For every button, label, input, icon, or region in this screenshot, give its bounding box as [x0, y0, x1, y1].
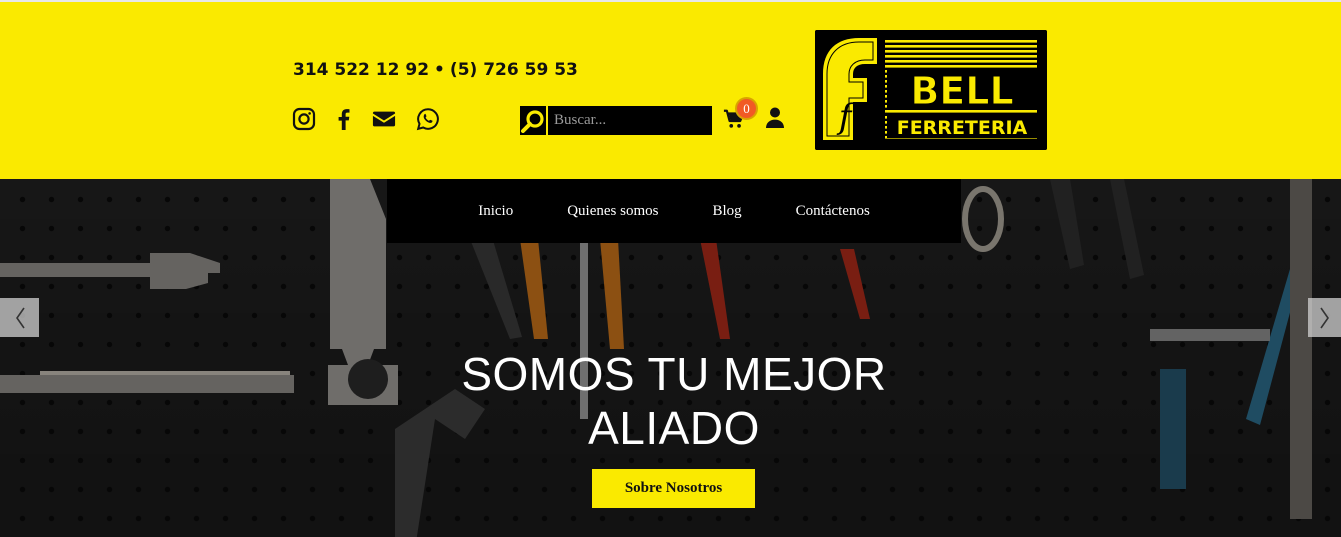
- social-links: [292, 107, 440, 131]
- phone-separator: •: [434, 60, 445, 80]
- chevron-right-icon: [1319, 307, 1329, 328]
- search-icon[interactable]: [520, 106, 548, 135]
- instagram-icon[interactable]: [292, 107, 316, 131]
- facebook-icon[interactable]: [332, 107, 356, 131]
- cart-count-badge: 0: [735, 97, 758, 120]
- slider-prev-button[interactable]: [0, 298, 39, 337]
- about-us-button[interactable]: Sobre Nosotros: [592, 469, 755, 508]
- main-navigation: Inicio Quienes somos Blog Contáctenos: [387, 179, 961, 243]
- phone-number-2[interactable]: (5) 726 59 53: [450, 60, 578, 80]
- whatsapp-icon[interactable]: [416, 107, 440, 131]
- search-input[interactable]: [548, 106, 738, 135]
- chevron-left-icon: [15, 307, 25, 328]
- hero-headline-line-1: SOMOS TU MEJOR: [461, 348, 887, 400]
- nav-item-inicio[interactable]: Inicio: [478, 203, 513, 220]
- user-account-icon[interactable]: [765, 107, 785, 129]
- slider-next-button[interactable]: [1308, 298, 1341, 337]
- logo-wordmark: BELL: [910, 69, 1013, 113]
- site-header: 314 522 12 92 • (5) 726 59 53 Buscar... …: [0, 0, 1341, 179]
- nav-item-contactenos[interactable]: Contáctenos: [796, 203, 870, 220]
- hero-headline-line-2: ALIADO: [588, 402, 760, 454]
- phone-number-1[interactable]: 314 522 12 92: [293, 60, 429, 80]
- site-logo[interactable]: BELL FERRETERIA f: [815, 30, 1047, 150]
- envelope-icon[interactable]: [372, 107, 396, 131]
- nav-item-quienes-somos[interactable]: Quienes somos: [567, 203, 658, 220]
- nav-item-blog[interactable]: Blog: [712, 203, 741, 220]
- search-bar: [520, 106, 738, 135]
- hero-headline: SOMOS TU MEJOR ALIADO: [400, 347, 948, 455]
- contact-phones: 314 522 12 92 • (5) 726 59 53: [293, 60, 578, 80]
- logo-subtitle: FERRETERIA: [897, 117, 1028, 139]
